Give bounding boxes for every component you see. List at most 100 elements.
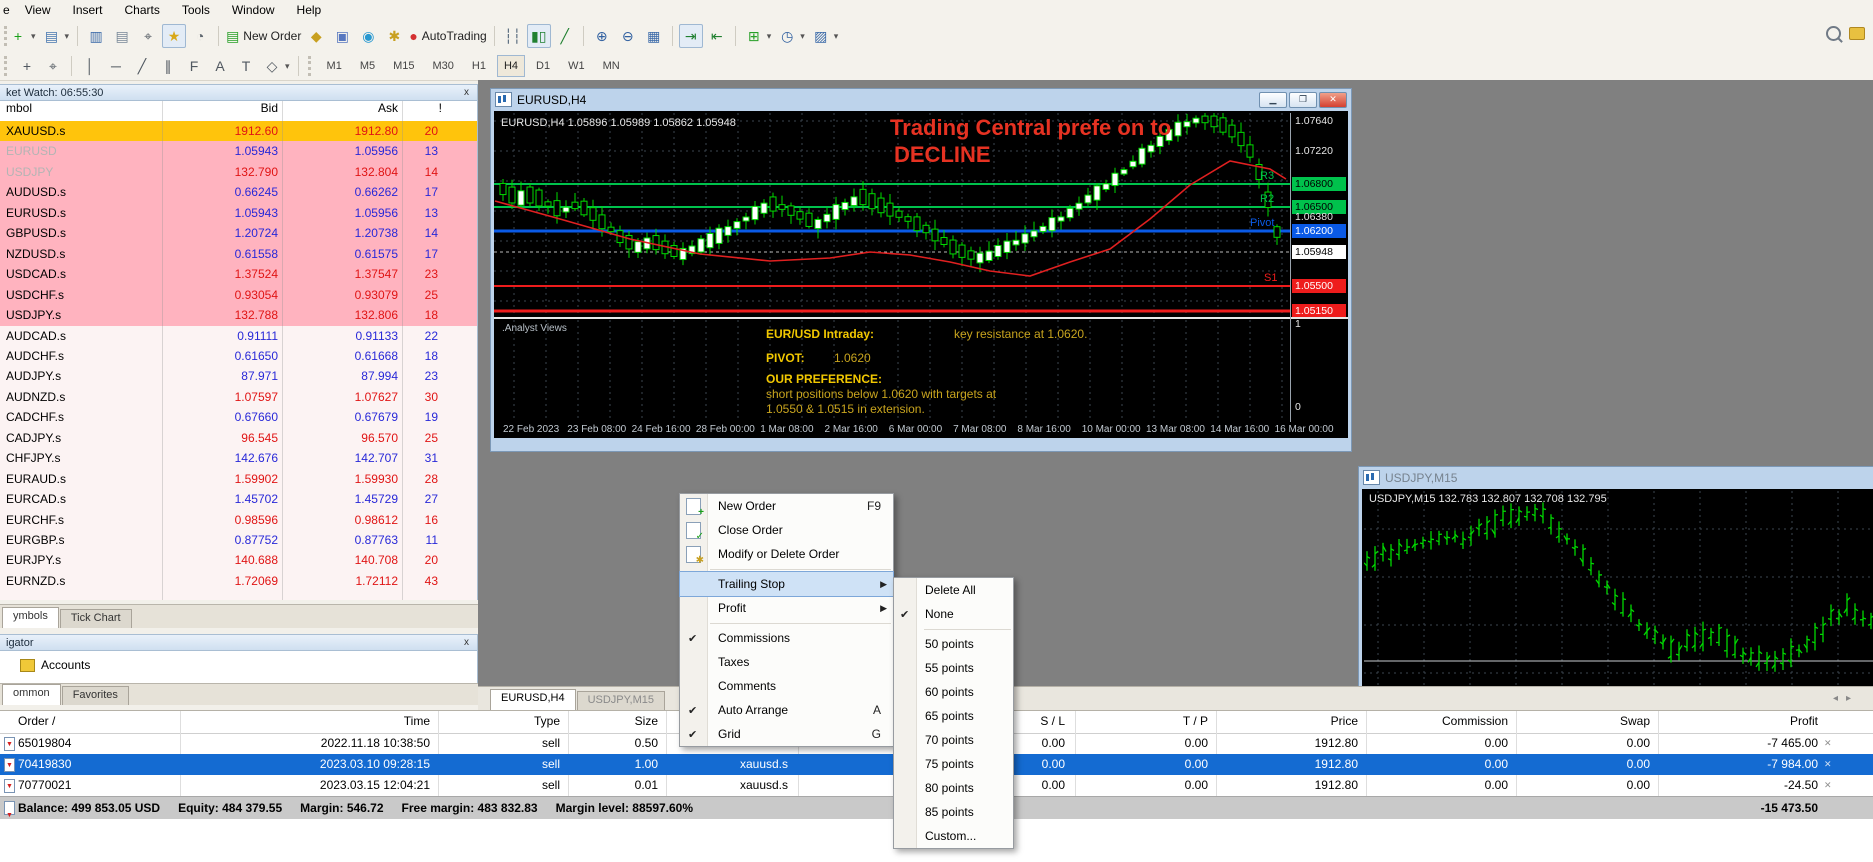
- market-watch-row-usdcad-s[interactable]: USDCAD.s1.375241.3754723: [0, 264, 477, 285]
- market-watch-row-eurnzd-s[interactable]: EURNZD.s1.720691.7211243: [0, 571, 477, 592]
- text-button[interactable]: A: [208, 54, 232, 78]
- usdjpy-chart-area[interactable]: USDJPY,M15 132.783 132.807 132.708 132.7…: [1362, 489, 1873, 687]
- vertical-line-button[interactable]: │: [78, 54, 102, 78]
- menu-item-75-points[interactable]: 75 points: [894, 752, 1013, 776]
- menu-item-close-order[interactable]: ✓Close Order: [680, 518, 893, 542]
- bar-chart-button[interactable]: ┆┆: [501, 24, 525, 48]
- tab-favorites[interactable]: Favorites: [62, 686, 129, 705]
- autotrading-button[interactable]: ●AutoTrading: [408, 24, 487, 48]
- price-axis[interactable]: 1.076401.072201.068001.065001.063801.062…: [1290, 113, 1348, 422]
- market-watch-row-audnzd-s[interactable]: AUDNZD.s1.075971.0762730: [0, 387, 477, 408]
- menu-item-trailing-stop[interactable]: Trailing Stop▶: [680, 572, 893, 596]
- tab-ommon[interactable]: ommon: [2, 684, 61, 705]
- fibonacci-button[interactable]: F: [182, 54, 206, 78]
- close-icon[interactable]: x: [460, 86, 473, 99]
- usdjpy-chart-window[interactable]: USDJPY,M15 USDJPY,M15 132.783 132.807 13…: [1358, 466, 1873, 688]
- tab-ymbols[interactable]: ymbols: [2, 607, 59, 628]
- navigator-item-accounts[interactable]: Accounts: [20, 658, 90, 672]
- market-watch-row-audusd-s[interactable]: AUDUSD.s0.662450.6626217: [0, 182, 477, 203]
- indicators-button[interactable]: ⊞: [742, 24, 766, 48]
- navigator-button[interactable]: ⌖: [136, 24, 160, 48]
- eurusd-chart-area[interactable]: EURUSD,H4 1.05896 1.05989 1.05862 1.0594…: [494, 111, 1348, 438]
- broadcast-button[interactable]: ◉: [356, 24, 380, 48]
- market-watch-row-usdchf-s[interactable]: USDCHF.s0.930540.9307925: [0, 285, 477, 306]
- tab-tickchart[interactable]: Tick Chart: [60, 609, 132, 628]
- timeframe-h1[interactable]: H1: [465, 55, 493, 77]
- market-watch-row-eurchf-s[interactable]: EURCHF.s0.985960.9861216: [0, 510, 477, 531]
- candlestick-chart-button[interactable]: ▮▯: [527, 24, 551, 48]
- column-header-alert[interactable]: !: [402, 101, 442, 121]
- terminal-button[interactable]: ★: [162, 24, 186, 48]
- restore-icon[interactable]: ❐: [1289, 92, 1317, 108]
- create-chart-button[interactable]: +: [6, 24, 30, 48]
- pane-separator[interactable]: [494, 317, 1290, 319]
- new-order-button[interactable]: ▤New Order: [225, 24, 302, 48]
- profiles-button[interactable]: ▤: [40, 24, 64, 48]
- channel-button[interactable]: ∥: [156, 54, 180, 78]
- minimize-icon[interactable]: ▁: [1259, 92, 1287, 108]
- menu-item-55-points[interactable]: 55 points: [894, 656, 1013, 680]
- toolbar-handle[interactable]: [4, 56, 10, 76]
- dropdown-arrow-icon[interactable]: ▾: [767, 31, 772, 42]
- dropdown-arrow-icon[interactable]: ▾: [31, 31, 36, 42]
- menu-item-60-points[interactable]: 60 points: [894, 680, 1013, 704]
- market-watch-row-usdjpy-s[interactable]: USDJPY.s132.788132.80618: [0, 305, 477, 326]
- market-watch-row-euraud-s[interactable]: EURAUD.s1.599021.5993028: [0, 469, 477, 490]
- menu-item-modify-or-delete-order[interactable]: ✱Modify or Delete Order: [680, 542, 893, 566]
- chart-tab-usdjpym15[interactable]: USDJPY,M15: [577, 691, 665, 710]
- menu-item-grid[interactable]: ✔GridG: [680, 722, 893, 746]
- market-watch-row-eurcad-s[interactable]: EURCAD.s1.457021.4572927: [0, 489, 477, 510]
- eurusd-chart-window[interactable]: EURUSD,H4 ▁ ❐ ✕ EURUSD,H4 1.05896 1.0598…: [490, 88, 1352, 452]
- menu-e[interactable]: e: [0, 1, 14, 19]
- market-watch-row-audcad-s[interactable]: AUDCAD.s0.911110.9113322: [0, 326, 477, 347]
- time-axis[interactable]: 22 Feb 202323 Feb 08:0024 Feb 16:0028 Fe…: [494, 422, 1348, 438]
- market-watch-row-nzdusd-s[interactable]: NZDUSD.s0.615580.6157517: [0, 244, 477, 265]
- dropdown-arrow-icon[interactable]: ▾: [285, 61, 290, 72]
- community-icon[interactable]: [1849, 27, 1865, 40]
- toolbar-handle[interactable]: [308, 56, 314, 76]
- timeframe-m5[interactable]: M5: [353, 55, 382, 77]
- menu-item-50-points[interactable]: 50 points: [894, 632, 1013, 656]
- market-watch-row-audchf-s[interactable]: AUDCHF.s0.616500.6166818: [0, 346, 477, 367]
- crosshair-button[interactable]: ⌖: [41, 54, 65, 78]
- search-icon[interactable]: [1826, 26, 1841, 41]
- menu-help[interactable]: Help: [286, 1, 333, 19]
- dropdown-arrow-icon[interactable]: ▾: [800, 31, 805, 42]
- menu-item-commissions[interactable]: ✔Commissions: [680, 626, 893, 650]
- menu-item-70-points[interactable]: 70 points: [894, 728, 1013, 752]
- chart-shift-button[interactable]: ⇥: [679, 24, 703, 48]
- market-watch-row-audjpy-s[interactable]: AUDJPY.s87.97187.99423: [0, 366, 477, 387]
- chart-tab-eurusdh4[interactable]: EURUSD,H4: [490, 689, 576, 710]
- market-watch-row-xauusd-s[interactable]: XAUUSD.s1912.601912.8020: [0, 121, 477, 142]
- menu-tools[interactable]: Tools: [171, 1, 221, 19]
- timeframe-w1[interactable]: W1: [561, 55, 592, 77]
- experts-settings-button[interactable]: ✱: [382, 24, 406, 48]
- timeframe-d1[interactable]: D1: [529, 55, 557, 77]
- menu-window[interactable]: Window: [221, 1, 286, 19]
- line-chart-button[interactable]: ╱: [553, 24, 577, 48]
- timeframe-m30[interactable]: M30: [426, 55, 461, 77]
- column-header-order[interactable]: Order /: [18, 711, 168, 732]
- timeframe-m1[interactable]: M1: [320, 55, 349, 77]
- menu-insert[interactable]: Insert: [61, 1, 113, 19]
- label-button[interactable]: T: [234, 54, 258, 78]
- horizontal-line-button[interactable]: ─: [104, 54, 128, 78]
- close-position-icon[interactable]: ✕: [1824, 733, 1832, 754]
- menu-item-taxes[interactable]: Taxes: [680, 650, 893, 674]
- arrows-button[interactable]: ◇: [260, 54, 284, 78]
- menu-item-comments[interactable]: Comments: [680, 674, 893, 698]
- tab-scroll-arrows[interactable]: ◂▸: [1833, 693, 1859, 704]
- dropdown-arrow-icon[interactable]: ▾: [65, 31, 70, 42]
- strategy-tester-button[interactable]: ◔: [188, 24, 212, 48]
- menu-charts[interactable]: Charts: [114, 1, 171, 19]
- market-watch-row-chfjpy-s[interactable]: CHFJPY.s142.676142.70731: [0, 448, 477, 469]
- market-watch-row-gbpusd-s[interactable]: GBPUSD.s1.207241.2073814: [0, 223, 477, 244]
- eurusd-plot-area[interactable]: EURUSD,H4 1.05896 1.05989 1.05862 1.0594…: [494, 113, 1290, 434]
- close-icon[interactable]: x: [460, 636, 473, 649]
- market-watch-row-eurjpy-s[interactable]: EURJPY.s140.688140.70820: [0, 550, 477, 571]
- zoom-out-button[interactable]: ⊖: [616, 24, 640, 48]
- column-header-symbol[interactable]: mbol: [6, 101, 156, 121]
- menu-item-custom[interactable]: Custom...: [894, 824, 1013, 848]
- data-window-button[interactable]: ▤: [110, 24, 134, 48]
- column-header-profit[interactable]: Profit: [1558, 711, 1818, 732]
